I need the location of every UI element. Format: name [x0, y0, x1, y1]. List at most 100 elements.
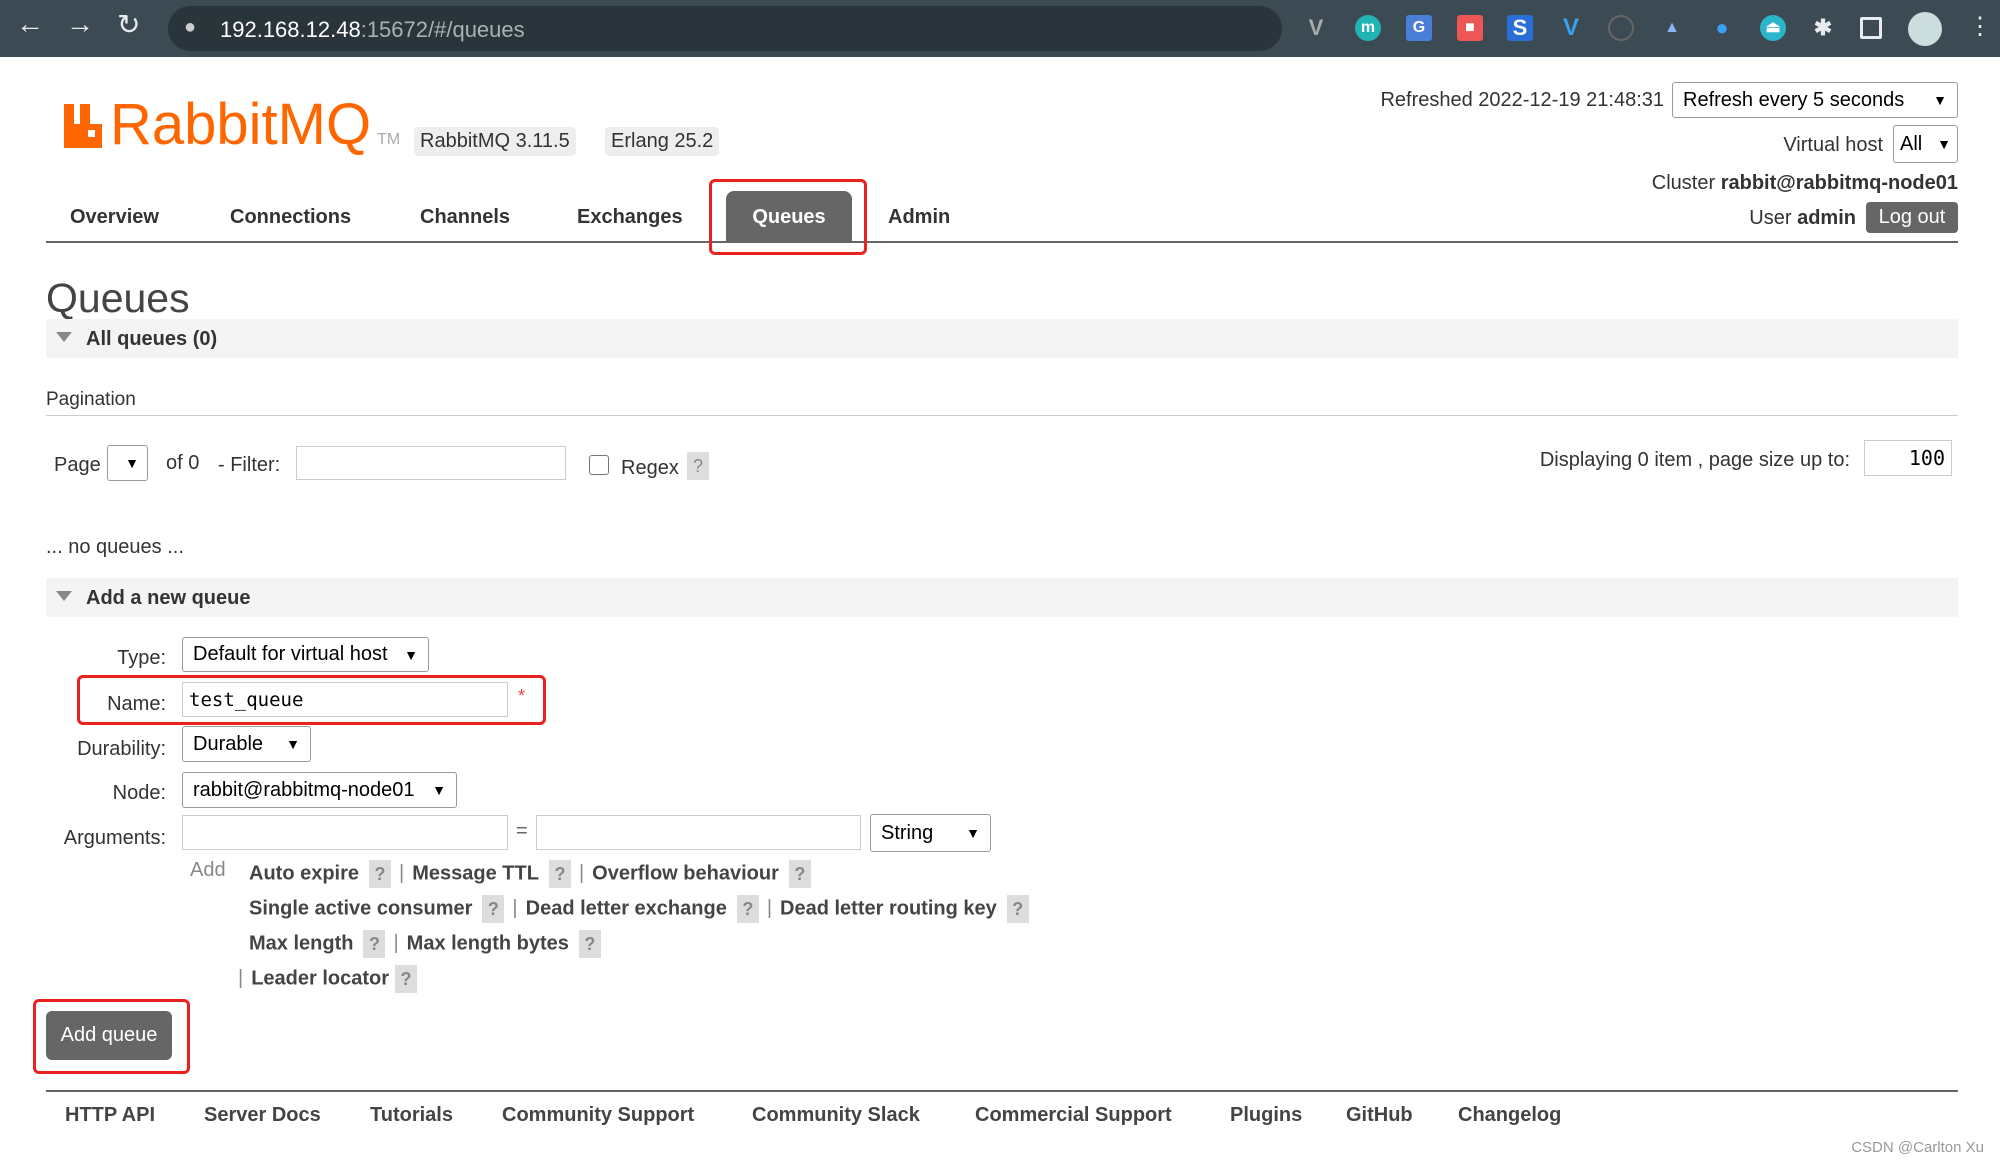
highlight-box — [709, 179, 867, 255]
side-panel-icon[interactable] — [1860, 17, 1882, 39]
tab-channels[interactable]: Channels — [420, 206, 510, 229]
help-icon[interactable]: ? — [548, 860, 571, 888]
type-select[interactable]: Default for virtual host ▼ — [182, 637, 429, 672]
m-extension-icon[interactable]: m — [1355, 15, 1381, 41]
browser-toolbar: ← → ↻ ● 192.168.12.48:15672/#/queues V m… — [0, 0, 2000, 57]
chevron-down-icon: ▼ — [125, 455, 139, 471]
s-extension-icon[interactable]: S — [1507, 15, 1533, 41]
arg-max-length-bytes[interactable]: Max length bytes — [407, 932, 569, 954]
footer-link-github[interactable]: GitHub — [1346, 1104, 1413, 1127]
url-host: 192.168.12.48 — [220, 17, 361, 42]
regex-label: Regex — [621, 457, 679, 479]
virtual-host-select[interactable]: All ▼ — [1893, 125, 1958, 163]
chevron-down-icon: ▼ — [286, 736, 300, 752]
tab-connections[interactable]: Connections — [230, 206, 351, 229]
mountain-extension-icon[interactable]: ▲ — [1659, 15, 1685, 41]
filter-input[interactable] — [296, 446, 566, 480]
regex-checkbox[interactable] — [589, 455, 609, 475]
nav-divider — [46, 241, 1958, 243]
all-queues-section-header[interactable]: All queues (0) — [46, 319, 1958, 358]
back-icon[interactable]: ← — [16, 8, 44, 40]
address-bar[interactable]: ● 192.168.12.48:15672/#/queues — [168, 6, 1282, 51]
help-icon[interactable]: ? — [788, 860, 811, 888]
argument-key-input[interactable] — [182, 815, 508, 850]
argument-shortcuts-row-3: Max length? | Max length bytes? — [249, 930, 601, 958]
no-queues-text: ... no queues ... — [46, 536, 184, 558]
argument-type-select[interactable]: String ▼ — [870, 814, 991, 852]
add-queue-section-header[interactable]: Add a new queue — [46, 578, 1958, 617]
page-size-input[interactable]: 100 — [1864, 440, 1952, 476]
puzzle-icon[interactable]: ✱ — [1810, 15, 1836, 41]
page-select[interactable]: ▼ — [107, 445, 148, 481]
footer-link-commercial-support[interactable]: Commercial Support — [975, 1104, 1172, 1127]
type-label: Type: — [117, 647, 166, 669]
filter-label: - Filter: — [218, 454, 281, 476]
chevron-down-icon: ▼ — [432, 782, 446, 798]
extension-icon[interactable]: ■ — [1457, 15, 1483, 41]
help-icon[interactable]: ? — [1006, 895, 1029, 923]
footer-link-community-slack[interactable]: Community Slack — [752, 1104, 920, 1127]
displaying-text: Displaying 0 item , page size up to: — [1539, 449, 1850, 471]
tab-admin[interactable]: Admin — [888, 206, 950, 229]
forward-icon[interactable]: → — [66, 8, 94, 40]
help-icon[interactable]: ? — [578, 930, 601, 958]
refresh-interval-select[interactable]: Refresh every 5 seconds ▼ — [1672, 82, 1958, 118]
refreshed-timestamp: Refreshed 2022-12-19 21:48:31 — [1380, 89, 1664, 111]
help-icon[interactable]: ? — [363, 930, 386, 958]
footer-link-http-api[interactable]: HTTP API — [65, 1104, 155, 1127]
add-label: Add — [190, 859, 226, 881]
arg-overflow-behaviour[interactable]: Overflow behaviour — [592, 862, 779, 884]
help-icon[interactable]: ? — [369, 860, 392, 888]
reload-icon[interactable]: ↻ — [117, 8, 140, 41]
highlight-box — [77, 675, 546, 725]
help-icon[interactable]: ? — [736, 895, 759, 923]
vue-extension-icon[interactable]: V — [1303, 15, 1329, 41]
eject-extension-icon[interactable]: ⏏ — [1760, 15, 1786, 41]
logout-button[interactable]: Log out — [1866, 202, 1958, 233]
arg-dead-letter-routing-key[interactable]: Dead letter routing key — [780, 897, 997, 919]
footer-link-plugins[interactable]: Plugins — [1230, 1104, 1302, 1127]
argument-shortcuts-row-2: Single active consumer? | Dead letter exch… — [249, 895, 1029, 923]
footer-link-community-support[interactable]: Community Support — [502, 1104, 694, 1127]
tab-exchanges[interactable]: Exchanges — [577, 206, 683, 229]
collapse-triangle-icon — [56, 332, 72, 342]
page-count: of 0 — [166, 452, 200, 474]
argument-value-input[interactable] — [536, 815, 861, 850]
translate-extension-icon[interactable]: G — [1406, 15, 1432, 41]
arguments-label: Arguments: — [63, 827, 166, 849]
url-path: :15672/#/queues — [360, 17, 525, 42]
circle-extension-icon[interactable] — [1608, 15, 1634, 41]
pagination-divider — [46, 415, 1958, 416]
footer-link-changelog[interactable]: Changelog — [1458, 1104, 1561, 1127]
node-select[interactable]: rabbit@rabbitmq-node01 ▼ — [182, 772, 457, 808]
menu-icon[interactable]: ⋮ — [1968, 12, 1992, 41]
chevron-down-icon: ▼ — [1933, 92, 1947, 108]
argument-shortcuts-row-1: Auto expire? | Message TTL? | Overflow behav… — [249, 860, 811, 888]
chevron-down-icon: ▼ — [966, 825, 980, 841]
version-badge: RabbitMQ 3.11.5 — [414, 127, 576, 156]
durability-select[interactable]: Durable ▼ — [182, 726, 311, 762]
avatar[interactable] — [1908, 12, 1942, 46]
footer-divider — [46, 1090, 1958, 1092]
collapse-triangle-icon — [56, 591, 72, 601]
tab-overview[interactable]: Overview — [70, 206, 159, 229]
arg-dead-letter-exchange[interactable]: Dead letter exchange — [526, 897, 727, 919]
rabbitmq-logo[interactable]: RabbitMQ TM — [110, 92, 400, 173]
rabbitmq-logo-icon — [64, 104, 102, 148]
arg-single-active-consumer[interactable]: Single active consumer — [249, 897, 472, 919]
footer-link-tutorials[interactable]: Tutorials — [370, 1104, 453, 1127]
argument-shortcuts-row-4: | Leader locator? — [238, 965, 418, 993]
arg-message-ttl[interactable]: Message TTL — [412, 862, 539, 884]
page-title: Queues — [46, 275, 190, 321]
arg-auto-expire[interactable]: Auto expire — [249, 862, 359, 884]
help-icon[interactable]: ? — [482, 895, 505, 923]
help-icon[interactable]: ? — [395, 965, 418, 993]
site-info-icon[interactable]: ● — [184, 16, 196, 39]
virtual-host-label: Virtual host — [1783, 134, 1883, 156]
arg-max-length[interactable]: Max length — [249, 932, 353, 954]
arg-leader-locator[interactable]: Leader locator — [251, 967, 389, 989]
regex-help-icon[interactable]: ? — [687, 452, 709, 480]
v-extension-icon[interactable]: V — [1558, 15, 1584, 41]
drop-extension-icon[interactable]: ● — [1709, 15, 1735, 41]
footer-link-server-docs[interactable]: Server Docs — [204, 1104, 321, 1127]
